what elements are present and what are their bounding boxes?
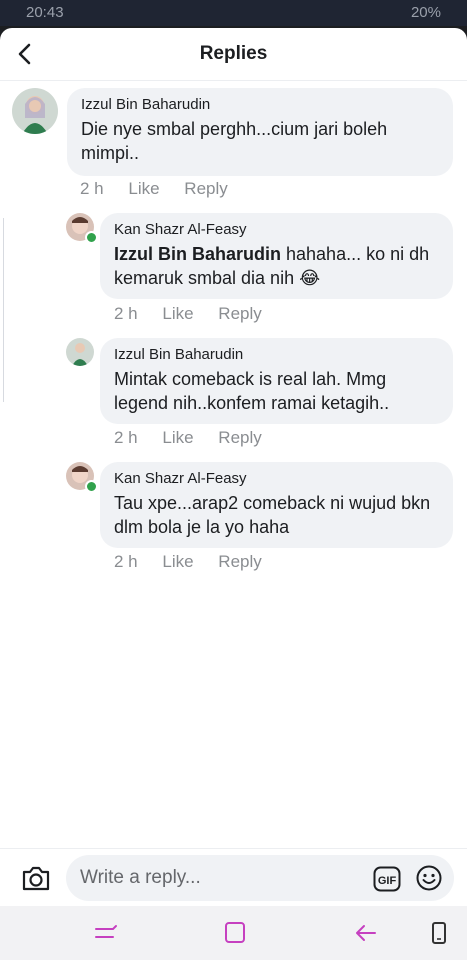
comment-actions: 2 h Like Reply bbox=[114, 304, 282, 324]
emoji-icon[interactable] bbox=[416, 865, 442, 891]
home-icon[interactable] bbox=[222, 921, 248, 945]
comment-time: 2 h bbox=[80, 179, 104, 198]
comment-author[interactable]: Kan Shazr Al-Feasy bbox=[114, 221, 439, 238]
comment-actions: 2 h Like Reply bbox=[114, 428, 282, 448]
comment-author[interactable]: Kan Shazr Al-Feasy bbox=[114, 470, 439, 487]
status-battery: 20% bbox=[410, 4, 441, 21]
comment-author[interactable]: Izzul Bin Baharudin bbox=[114, 346, 439, 363]
comment-bubble: Izzul Bin Baharudin Mintak comeback is r… bbox=[100, 338, 453, 424]
camera-icon[interactable] bbox=[20, 863, 52, 893]
nav-back-icon[interactable] bbox=[353, 921, 379, 945]
comment-text: Mintak comeback is real lah. Mmg legend … bbox=[114, 369, 390, 413]
comment-text: Tau xpe...arap2 comeback ni wujud bkn dl… bbox=[114, 493, 431, 537]
mention-link[interactable]: Izzul Bin Baharudin bbox=[114, 244, 281, 264]
comment-time: 2 h bbox=[114, 428, 138, 447]
page-title: Replies bbox=[199, 43, 268, 64]
system-navigation-bar bbox=[0, 906, 467, 960]
comment-text: Die nye smbal perghh...cium jari boleh m… bbox=[81, 119, 388, 163]
comment-time: 2 h bbox=[114, 304, 138, 323]
header: Replies bbox=[0, 28, 467, 81]
reply-button[interactable]: Reply bbox=[218, 428, 261, 448]
avatar[interactable] bbox=[12, 88, 58, 134]
gif-label: GIF bbox=[378, 875, 397, 887]
like-button[interactable]: Like bbox=[162, 552, 193, 572]
reply-composer: GIF bbox=[0, 848, 467, 906]
reply-button[interactable]: Reply bbox=[184, 179, 227, 199]
status-time: 20:43 bbox=[26, 4, 64, 21]
comment-bubble: Izzul Bin Baharudin Die nye smbal perghh… bbox=[67, 88, 453, 176]
comment-text: Izzul Bin Baharudin hahaha... ko ni dh k… bbox=[114, 242, 439, 290]
phone-icon[interactable] bbox=[426, 921, 452, 945]
status-bar: 20:43 20% bbox=[0, 0, 467, 26]
comment-bubble: Kan Shazr Al-Feasy Izzul Bin Baharudin h… bbox=[100, 213, 453, 299]
like-button[interactable]: Like bbox=[162, 428, 193, 448]
recents-icon[interactable] bbox=[93, 921, 119, 945]
comment-bubble: Kan Shazr Al-Feasy Tau xpe...arap2 comeb… bbox=[100, 462, 453, 548]
comment-time: 2 h bbox=[114, 552, 138, 571]
reply-button[interactable]: Reply bbox=[218, 552, 261, 572]
comment-author[interactable]: Izzul Bin Baharudin bbox=[81, 96, 439, 113]
comment-actions: 2 h Like Reply bbox=[114, 552, 282, 572]
comment-actions: 2 h Like Reply bbox=[80, 179, 248, 199]
reply-button[interactable]: Reply bbox=[218, 304, 261, 324]
replies-sheet: Replies Izzul Bin Baharudin Die nye smba… bbox=[0, 28, 467, 906]
avatar[interactable] bbox=[66, 338, 94, 366]
gif-icon[interactable]: GIF bbox=[373, 866, 401, 892]
online-status-dot bbox=[85, 480, 98, 493]
like-button[interactable]: Like bbox=[162, 304, 193, 324]
thread-divider bbox=[0, 218, 4, 402]
like-button[interactable]: Like bbox=[128, 179, 159, 199]
online-status-dot bbox=[85, 231, 98, 244]
